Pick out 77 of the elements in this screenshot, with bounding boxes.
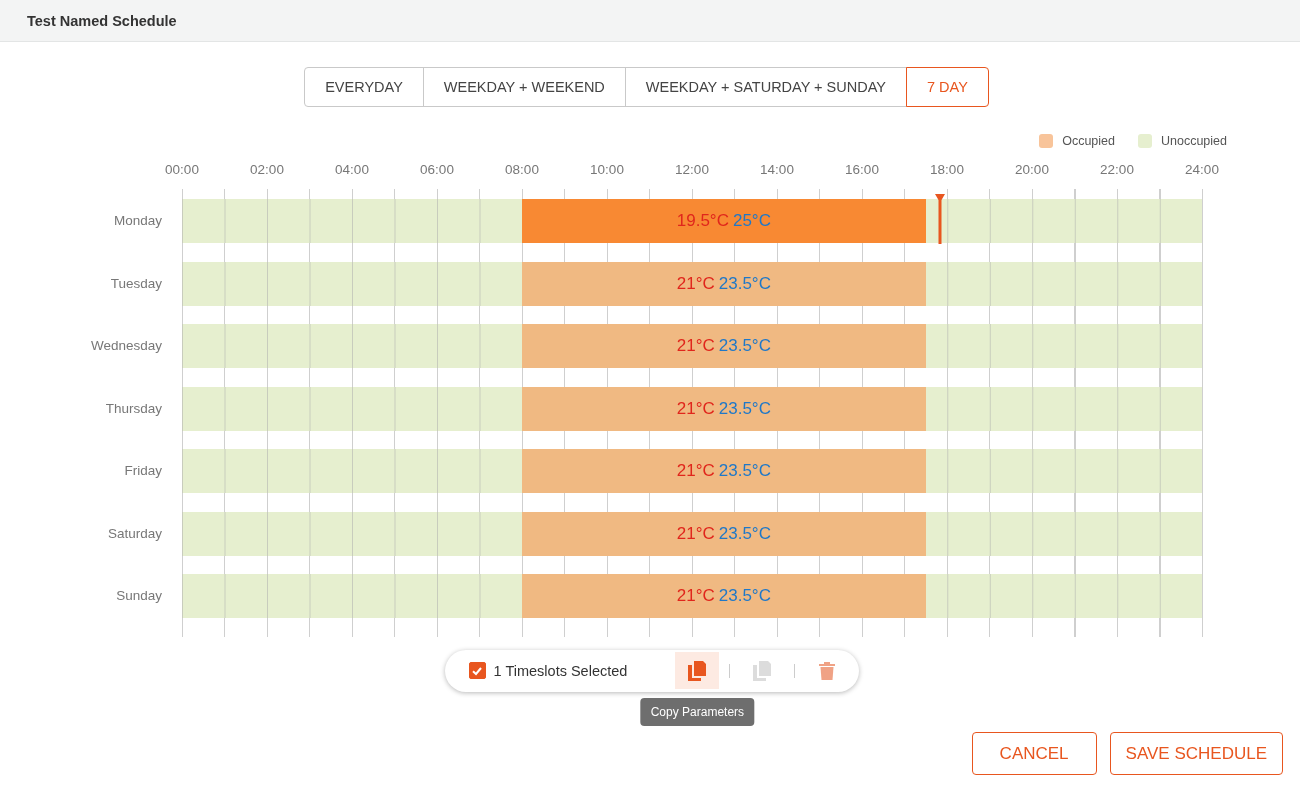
tab[interactable]: WEEKDAY + WEEKEND: [422, 67, 626, 107]
timeslot[interactable]: 21°C 23.5°C: [522, 449, 926, 493]
high-temperature: 23.5°C: [718, 336, 771, 356]
day-label: Saturday: [106, 524, 162, 543]
low-temperature: 21°C: [676, 523, 715, 544]
day-row[interactable]: 21°C 23.5°C: [182, 261, 1202, 306]
low-temperature: 21°C: [676, 461, 715, 481]
window-title: Test Named Schedule: [27, 12, 177, 29]
low-temperature: 21°C: [676, 398, 715, 419]
time-label: 12:00: [675, 162, 709, 177]
time-label: 02:00: [250, 162, 284, 177]
time-label: 10:00: [590, 162, 624, 177]
legend-label: Occupied: [1062, 134, 1115, 148]
tab[interactable]: 7 DAY: [905, 67, 989, 107]
day-label: Wednesday: [89, 337, 162, 355]
high-temperature: 23.5°C: [718, 398, 771, 419]
unoccupied-period[interactable]: [182, 449, 522, 493]
unoccupied-period[interactable]: [925, 511, 1202, 556]
unoccupied-period[interactable]: [925, 449, 1202, 493]
timeslot[interactable]: 21°C 23.5°C: [522, 386, 926, 431]
unoccupied-period[interactable]: [925, 574, 1202, 618]
resize-handle[interactable]: [934, 194, 945, 244]
time-label: 14:00: [760, 162, 794, 177]
high-temperature: 23.5°C: [718, 273, 771, 294]
timeslot[interactable]: 21°C 23.5°C: [522, 324, 926, 368]
unoccupied-period[interactable]: [182, 199, 522, 243]
day-row[interactable]: 19.5°C 25°C: [182, 199, 1202, 243]
tab[interactable]: WEEKDAY + SATURDAY + SUNDAY: [624, 67, 907, 107]
day-row[interactable]: 21°C 23.5°C: [182, 511, 1202, 556]
timeslot[interactable]: 21°C 23.5°C: [522, 511, 926, 556]
high-temperature: 23.5°C: [718, 523, 771, 544]
time-label: 00:00: [165, 162, 199, 177]
checkbox[interactable]: [468, 662, 486, 679]
unoccupied-period[interactable]: [182, 386, 522, 431]
unoccupied-period[interactable]: [182, 261, 522, 306]
day-label: Tuesday: [109, 274, 162, 293]
time-label: 18:00: [930, 162, 964, 177]
time-label: 20:00: [1015, 162, 1049, 177]
legend-label: Unoccupied: [1161, 134, 1227, 148]
time-label: 16:00: [845, 162, 879, 177]
selection-count: 1 Timeslots Selected: [493, 662, 628, 679]
trash-icon: [819, 661, 836, 680]
day-row[interactable]: 21°C 23.5°C: [182, 386, 1202, 431]
unoccupied-period[interactable]: [182, 511, 522, 556]
time-label: 06:00: [420, 162, 454, 177]
day-label: Sunday: [115, 587, 162, 605]
time-label: 08:00: [505, 162, 539, 177]
time-label: 24:00: [1185, 162, 1219, 177]
low-temperature: 21°C: [676, 336, 715, 356]
unoccupied-period[interactable]: [182, 324, 522, 368]
tab[interactable]: EVERYDAY: [304, 67, 424, 107]
day-label: Thursday: [104, 399, 162, 418]
low-temperature: 21°C: [676, 273, 715, 294]
day-row[interactable]: 21°C 23.5°C: [182, 574, 1202, 618]
unoccupied-period[interactable]: [925, 324, 1202, 368]
day-row[interactable]: 21°C 23.5°C: [182, 324, 1202, 368]
time-label: 04:00: [335, 162, 369, 177]
day-row[interactable]: 21°C 23.5°C: [182, 449, 1202, 493]
time-label: 22:00: [1100, 162, 1134, 177]
timeslot[interactable]: 21°C 23.5°C: [522, 261, 926, 306]
high-temperature: 23.5°C: [718, 461, 771, 481]
cancel-button[interactable]: CANCEL: [971, 732, 1097, 775]
copy-icon: [753, 660, 772, 681]
copy-icon: [688, 660, 707, 681]
unoccupied-period[interactable]: [925, 386, 1202, 431]
unoccupied-period[interactable]: [925, 261, 1202, 306]
tooltip: Copy Parameters: [640, 698, 755, 726]
high-temperature: 23.5°C: [718, 586, 771, 606]
day-label: Monday: [112, 212, 162, 230]
save-button[interactable]: SAVE SCHEDULE: [1109, 732, 1283, 775]
timeslot[interactable]: 21°C 23.5°C: [522, 574, 926, 618]
low-temperature: 21°C: [676, 586, 715, 606]
low-temperature: 19.5°C: [676, 211, 729, 231]
high-temperature: 25°C: [732, 211, 771, 231]
timeslot[interactable]: 19.5°C 25°C: [522, 199, 926, 243]
day-label: Friday: [123, 462, 162, 480]
unoccupied-period[interactable]: [182, 574, 522, 618]
